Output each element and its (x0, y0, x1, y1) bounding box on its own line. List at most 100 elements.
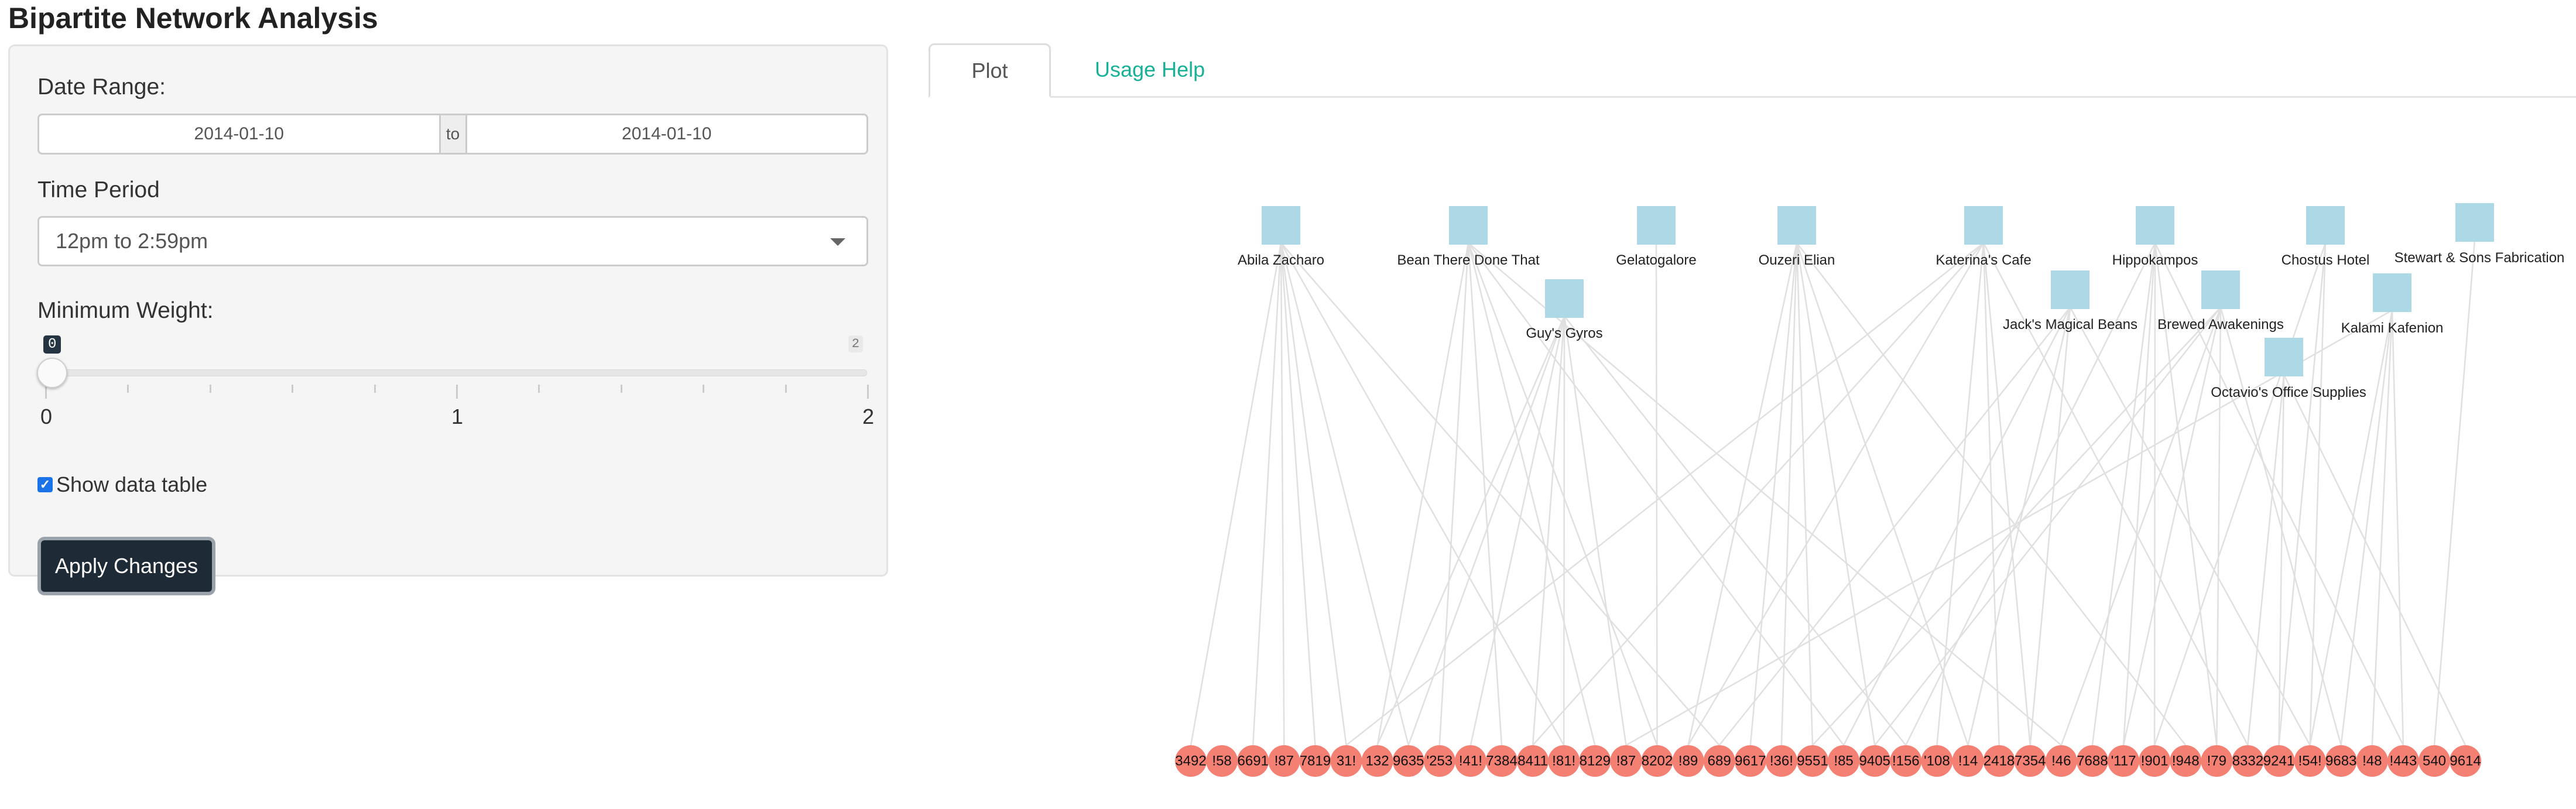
card-node[interactable]: 9614 (2450, 745, 2482, 777)
card-node-label: 7384 (1486, 753, 1517, 769)
card-node-label: 9405 (1859, 753, 1890, 769)
network-edge (1468, 242, 2062, 746)
edges-layer (1190, 239, 2476, 746)
card-nodes-layer: 3492 !58 6691 !87 7819 31! 132 9635'253 !41! 7384… (1175, 745, 2482, 777)
shop-node[interactable]: Gelatogalore (1616, 206, 1697, 268)
network-edge (1874, 307, 2221, 746)
card-node[interactable]: 8332 (2232, 745, 2264, 777)
card-node[interactable]: !41! (1454, 745, 1486, 777)
card-node[interactable]: '117 (2108, 745, 2139, 777)
card-node[interactable]: 9241 (2263, 745, 2295, 777)
card-node[interactable]: 689 (1703, 745, 1735, 777)
shop-node[interactable]: Octavio's Office Supplies (2211, 338, 2366, 400)
shop-node-square (2455, 203, 2494, 242)
shop-node[interactable]: Abila Zacharo (1238, 206, 1324, 268)
shop-node[interactable]: Chostus Hotel (2282, 206, 2370, 268)
card-node[interactable]: '253 (1423, 745, 1455, 777)
card-node[interactable]: 9551 (1797, 745, 1828, 777)
shop-node-label: Kalami Kafenion (2341, 320, 2444, 336)
card-node[interactable]: 540 (2419, 745, 2450, 777)
card-node[interactable]: 6691 (1237, 745, 1269, 777)
shop-node[interactable]: Jack's Magical Beans (2003, 270, 2137, 332)
card-node[interactable]: !58 (1206, 745, 1238, 777)
card-node-label: !48 (2362, 753, 2382, 769)
card-node-label: !85 (1834, 753, 1853, 769)
shop-node-label: Brewed Awakenings (2157, 317, 2284, 332)
network-edge (1376, 242, 1469, 746)
card-node-label: 9614 (2450, 753, 2481, 769)
shop-node[interactable]: Katerina's Cafe (1936, 206, 2032, 268)
card-node-label: 9635 (1393, 753, 1424, 769)
shop-node-label: Chostus Hotel (2282, 252, 2370, 268)
card-node[interactable]: !54! (2294, 745, 2326, 777)
card-node[interactable]: !36! (1765, 745, 1797, 777)
network-edge (2371, 310, 2393, 746)
card-node-label: !54! (2298, 753, 2322, 769)
network-edge (2278, 374, 2285, 746)
card-node[interactable]: 8411 (1517, 745, 1549, 777)
card-node[interactable]: !81! (1548, 745, 1580, 777)
network-edge (2122, 307, 2222, 746)
card-node[interactable]: !79 (2201, 745, 2233, 777)
shop-node-square (1262, 206, 1300, 245)
shop-node-square (2306, 206, 2345, 245)
network-edge (2247, 374, 2285, 746)
card-node[interactable]: 3492 (1175, 745, 1207, 777)
network-edge (1280, 242, 1409, 746)
shop-node-square (2201, 270, 2240, 309)
card-node[interactable]: 7384 (1486, 745, 1517, 777)
card-node[interactable]: !901 (2139, 745, 2171, 777)
card-node[interactable]: 9683 (2325, 745, 2357, 777)
card-node[interactable]: 7819 (1299, 745, 1331, 777)
card-node[interactable]: !87 (1610, 745, 1642, 777)
shop-node[interactable]: Hippokampos (2112, 206, 2198, 268)
card-node[interactable]: !87 (1268, 745, 1300, 777)
card-node[interactable]: !46 (2045, 745, 2077, 777)
card-node-label: !46 (2051, 753, 2071, 769)
card-node[interactable]: !948 (2170, 745, 2202, 777)
shop-node[interactable]: Bean There Done That (1397, 206, 1540, 268)
card-node[interactable]: 9405 (1859, 745, 1891, 777)
card-node-label: '117 (2111, 753, 2136, 769)
card-node[interactable]: !443 (2387, 745, 2419, 777)
network-edge (1796, 242, 1814, 746)
network-edge (1687, 242, 1985, 746)
card-node-label: !41! (1459, 753, 1482, 769)
card-node[interactable]: 7688 (2076, 745, 2108, 777)
card-node[interactable]: 2418 (1983, 745, 2015, 777)
card-node-label: !156 (1892, 753, 1920, 769)
card-node[interactable]: !48 (2356, 745, 2388, 777)
shop-node-square (2265, 338, 2303, 376)
card-node[interactable]: 8129 (1579, 745, 1611, 777)
card-node-label: 8411 (1517, 753, 1548, 769)
card-node[interactable]: 9617 (1734, 745, 1766, 777)
card-node-label: 8129 (1580, 753, 1611, 769)
card-node-label: 132 (1366, 753, 1389, 769)
shop-node[interactable]: Ouzeri Elian (1759, 206, 1835, 268)
card-node[interactable]: '108 (1921, 745, 1953, 777)
shop-node[interactable]: Stewart & Sons Fabrication (2395, 203, 2565, 266)
shop-node-label: Octavio's Office Supplies (2211, 385, 2366, 400)
card-node-label: !948 (2172, 753, 2200, 769)
card-node[interactable]: !14 (1952, 745, 1984, 777)
shop-node-label: Abila Zacharo (1238, 252, 1324, 268)
card-node[interactable]: !156 (1890, 745, 1922, 777)
card-node[interactable]: 31! (1330, 745, 1362, 777)
shop-node[interactable]: Brewed Awakenings (2157, 270, 2284, 332)
card-node-label: !79 (2207, 753, 2226, 769)
card-node[interactable]: 8202 (1641, 745, 1673, 777)
shop-node-label: Hippokampos (2112, 252, 2198, 268)
network-edge (1345, 242, 1984, 746)
card-node-label: !36! (1770, 753, 1793, 769)
card-node[interactable]: !89 (1672, 745, 1704, 777)
network-edge (2278, 242, 2327, 746)
card-node[interactable]: 132 (1361, 745, 1393, 777)
card-node[interactable]: !85 (1828, 745, 1860, 777)
card-node[interactable]: 9635 (1392, 745, 1424, 777)
card-node[interactable]: 7354 (2014, 745, 2046, 777)
network-edge (2060, 307, 2222, 746)
shop-node-square (1545, 279, 1584, 318)
shop-node[interactable]: Kalami Kafenion (2341, 273, 2444, 336)
shop-node[interactable]: Guy's Gyros (1526, 279, 1603, 341)
card-node-label: 9551 (1797, 753, 1828, 769)
